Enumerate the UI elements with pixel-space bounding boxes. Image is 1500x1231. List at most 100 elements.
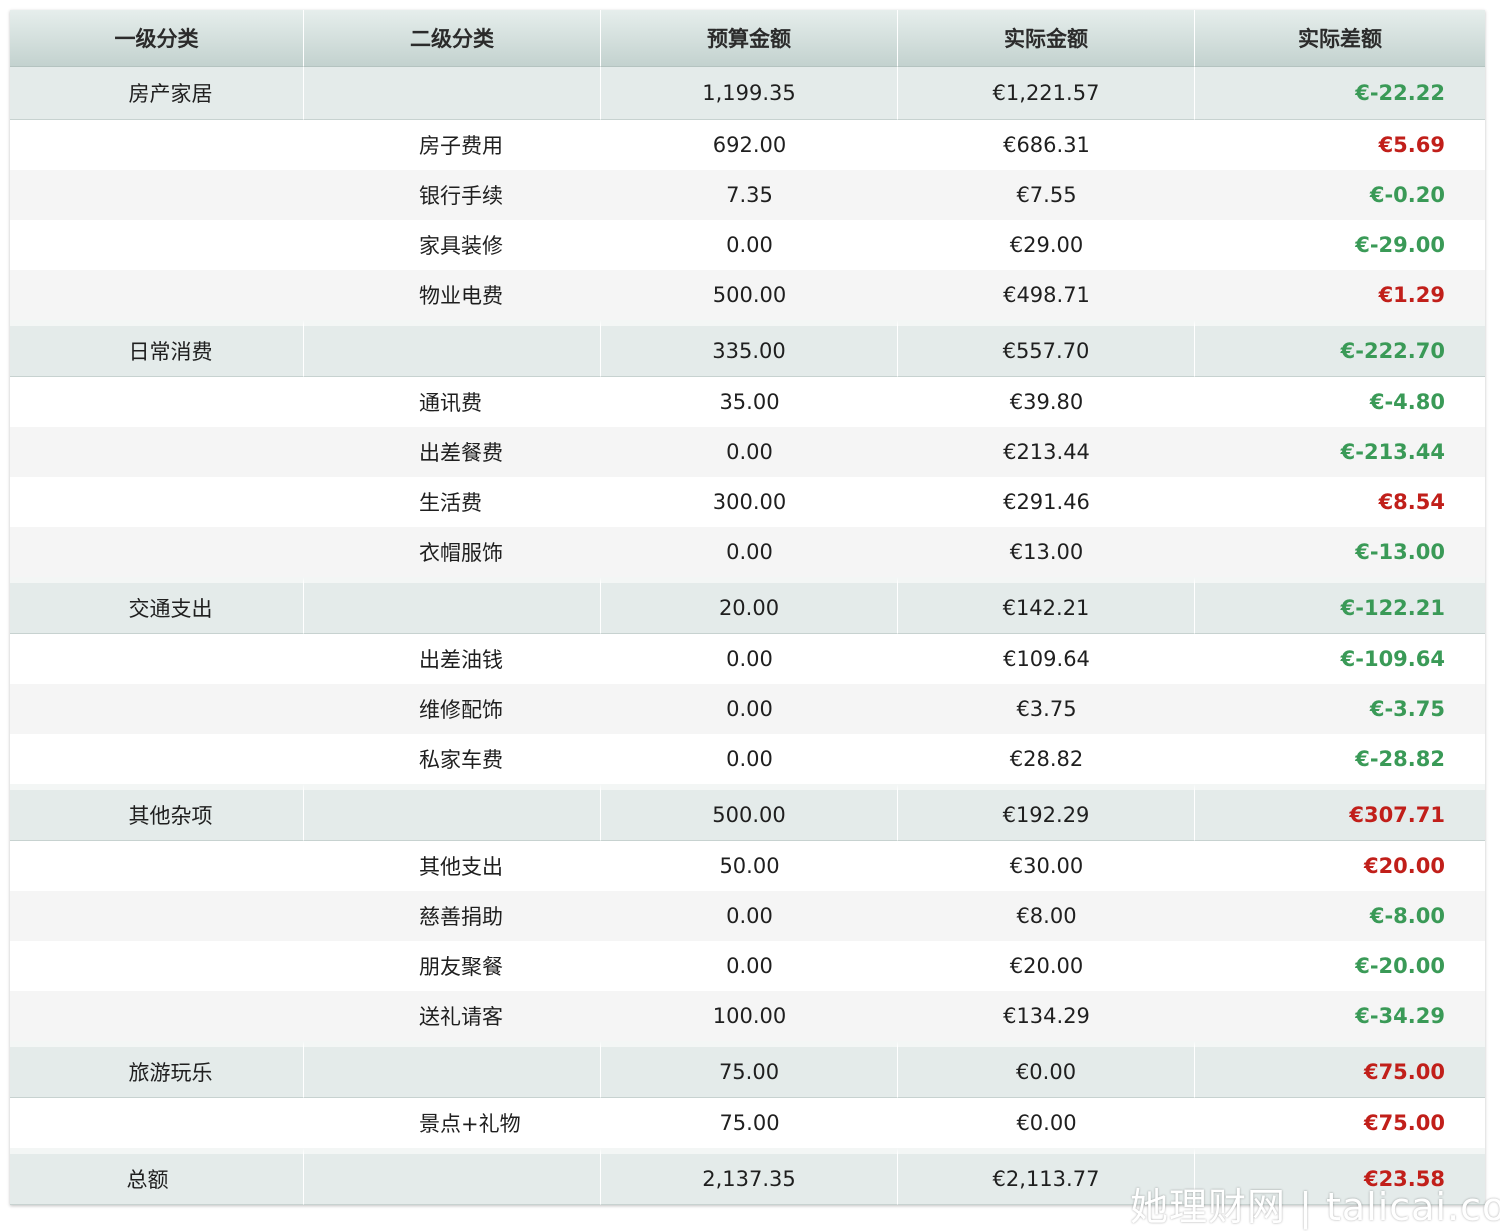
secondary-category-cell: 通讯费 — [304, 377, 601, 427]
primary-category-cell — [10, 477, 304, 527]
actual-amount-cell: €498.71 — [898, 270, 1195, 320]
primary-category-cell — [10, 684, 304, 734]
budget-amount-cell-text: 100.00 — [712, 1004, 787, 1028]
primary-category-cell — [10, 891, 304, 941]
difference-cell: €-4.80 — [1195, 377, 1485, 427]
budget-amount-cell-text: 300.00 — [712, 490, 787, 514]
primary-category-cell — [10, 120, 304, 170]
subcategory-row: 物业电费 500.00 €498.71 €1.29 — [10, 270, 1485, 320]
subcategory-row: 出差油钱 0.00 €109.64 €-109.64 — [10, 634, 1485, 684]
primary-category-cell — [10, 427, 304, 477]
difference-cell-text: €-20.00 — [1355, 954, 1445, 978]
budget-amount-cell: 100.00 — [601, 991, 898, 1041]
difference-cell-text: €-213.44 — [1340, 440, 1445, 464]
header-primary-category[interactable]: 一级分类 — [10, 10, 304, 67]
header-secondary-category[interactable]: 二级分类 — [304, 10, 601, 67]
actual-amount-cell-text: €28.82 — [1009, 747, 1084, 771]
budget-amount-cell: 20.00 — [601, 577, 898, 634]
budget-amount-cell: 35.00 — [601, 377, 898, 427]
secondary-category-cell: 物业电费 — [304, 270, 601, 320]
budget-amount-cell: 75.00 — [601, 1098, 898, 1148]
difference-cell-text: €-222.70 — [1340, 339, 1445, 363]
budget-amount-cell-text: 0.00 — [726, 233, 773, 257]
difference-cell-text: €-13.00 — [1355, 540, 1445, 564]
actual-amount-cell-text: €291.46 — [1003, 490, 1090, 514]
secondary-category-cell-text: 家具装修 — [419, 234, 503, 258]
secondary-category-cell-text: 通讯费 — [419, 391, 482, 415]
actual-amount-cell-text: €7.55 — [1016, 183, 1077, 207]
difference-cell: €-29.00 — [1195, 220, 1485, 270]
subcategory-row: 出差餐费 0.00 €213.44 €-213.44 — [10, 427, 1485, 477]
actual-amount-cell: €39.80 — [898, 377, 1195, 427]
actual-amount-cell-text: €20.00 — [1009, 954, 1084, 978]
subcategory-row: 其他支出 50.00 €30.00 €20.00 — [10, 841, 1485, 891]
primary-category-cell: 日常消费 — [10, 320, 304, 377]
subcategory-row: 送礼请客 100.00 €134.29 €-34.29 — [10, 991, 1485, 1041]
difference-cell-text: €-34.29 — [1355, 1004, 1445, 1028]
difference-cell-text: €-122.21 — [1340, 596, 1445, 620]
budget-amount-cell-text: 692.00 — [712, 133, 787, 157]
secondary-category-cell: 维修配饰 — [304, 684, 601, 734]
secondary-category-cell-text: 银行手续 — [419, 184, 503, 208]
primary-category-cell — [10, 841, 304, 891]
difference-cell: €-28.82 — [1195, 734, 1485, 784]
subcategory-row: 朋友聚餐 0.00 €20.00 €-20.00 — [10, 941, 1485, 991]
difference-cell-text: €-0.20 — [1369, 183, 1445, 207]
budget-amount-cell: 335.00 — [601, 320, 898, 377]
difference-cell: €-3.75 — [1195, 684, 1485, 734]
difference-cell-text: €-22.22 — [1355, 81, 1445, 105]
secondary-category-cell — [304, 1041, 601, 1098]
budget-amount-cell: 0.00 — [601, 734, 898, 784]
secondary-category-cell: 出差餐费 — [304, 427, 601, 477]
primary-category-cell-text: 总额 — [126, 1168, 169, 1192]
primary-category-cell — [10, 270, 304, 320]
header-actual-amount[interactable]: 实际金额 — [898, 10, 1195, 67]
actual-amount-cell-text: €8.00 — [1016, 904, 1077, 928]
secondary-category-cell — [304, 784, 601, 841]
primary-category-cell: 其他杂项 — [10, 784, 304, 841]
secondary-category-cell-text: 生活费 — [419, 491, 482, 515]
secondary-category-cell: 朋友聚餐 — [304, 941, 601, 991]
actual-amount-cell-text: €498.71 — [1003, 283, 1090, 307]
budget-amount-cell-text: 335.00 — [712, 339, 786, 363]
actual-amount-cell: €28.82 — [898, 734, 1195, 784]
budget-amount-cell: 500.00 — [601, 784, 898, 841]
secondary-category-cell-text: 其他支出 — [419, 855, 503, 879]
actual-amount-cell: €134.29 — [898, 991, 1195, 1041]
difference-cell: €-20.00 — [1195, 941, 1485, 991]
budget-amount-cell: 75.00 — [601, 1041, 898, 1098]
budget-amount-cell: 0.00 — [601, 634, 898, 684]
secondary-category-cell-text: 朋友聚餐 — [419, 955, 503, 979]
difference-cell-text: €-4.80 — [1369, 390, 1445, 414]
actual-amount-cell: €686.31 — [898, 120, 1195, 170]
budget-amount-cell-text: 20.00 — [718, 596, 780, 620]
category-row: 旅游玩乐 75.00 €0.00 €75.00 — [10, 1041, 1485, 1098]
difference-cell-text: €75.00 — [1363, 1111, 1445, 1135]
budget-amount-cell: 50.00 — [601, 841, 898, 891]
budget-amount-cell: 0.00 — [601, 941, 898, 991]
primary-category-cell-text: 其他杂项 — [128, 804, 213, 828]
difference-cell: €-222.70 — [1195, 320, 1485, 377]
actual-amount-cell-text: €3.75 — [1016, 697, 1077, 721]
budget-amount-cell-text: 0.00 — [726, 540, 773, 564]
category-row: 其他杂项 500.00 €192.29 €307.71 — [10, 784, 1485, 841]
difference-cell-text: €5.69 — [1378, 133, 1445, 157]
actual-amount-cell-text: €142.21 — [1002, 596, 1090, 620]
actual-amount-cell-text: €2,113.77 — [992, 1167, 1100, 1191]
actual-amount-cell: €0.00 — [898, 1098, 1195, 1148]
primary-category-cell: 交通支出 — [10, 577, 304, 634]
subcategory-row: 维修配饰 0.00 €3.75 €-3.75 — [10, 684, 1485, 734]
budget-amount-cell: 0.00 — [601, 220, 898, 270]
header-actual-difference[interactable]: 实际差额 — [1195, 10, 1485, 67]
budget-amount-cell-text: 1,199.35 — [702, 81, 796, 105]
difference-cell: €20.00 — [1195, 841, 1485, 891]
subcategory-row: 房子费用 692.00 €686.31 €5.69 — [10, 120, 1485, 170]
primary-category-cell — [10, 734, 304, 784]
header-budget-amount[interactable]: 预算金额 — [601, 10, 898, 67]
secondary-category-cell-text: 出差餐费 — [419, 441, 503, 465]
secondary-category-cell: 衣帽服饰 — [304, 527, 601, 577]
difference-cell-text: €8.54 — [1378, 490, 1445, 514]
budget-table: 一级分类 二级分类 预算金额 实际金额 实际差额 房产家居 1,199.35 €1,… — [10, 10, 1485, 1205]
budget-amount-cell-text: 2,137.35 — [702, 1167, 796, 1191]
actual-amount-cell: €8.00 — [898, 891, 1195, 941]
